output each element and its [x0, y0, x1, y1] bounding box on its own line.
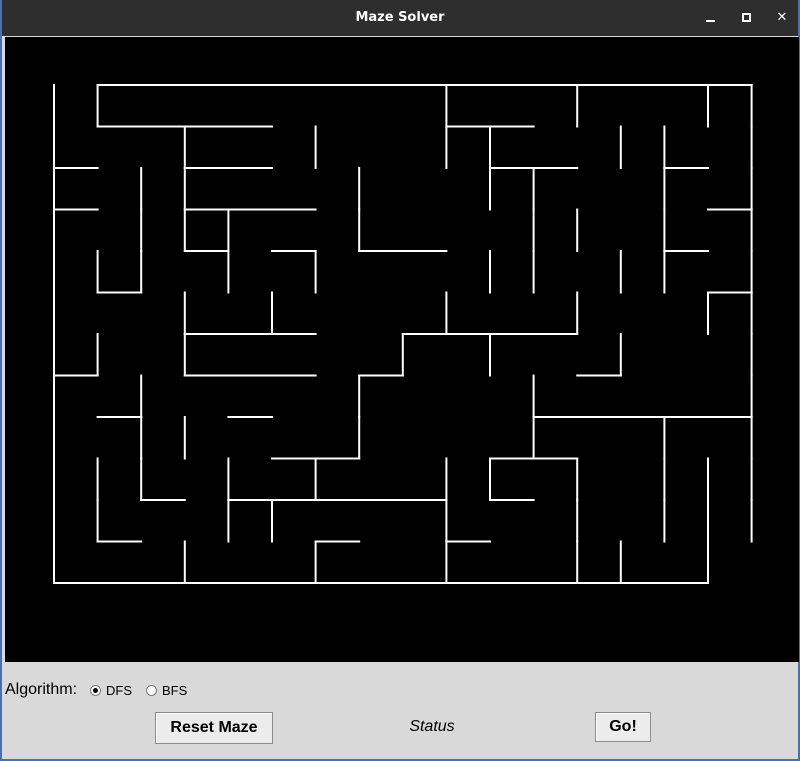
- maximize-button[interactable]: [736, 8, 756, 28]
- radio-bfs-indicator[interactable]: [146, 685, 157, 696]
- radio-dfs-indicator[interactable]: [90, 685, 101, 696]
- close-icon: ✕: [776, 10, 788, 25]
- window-title: Maze Solver: [355, 10, 445, 25]
- minimize-icon: [705, 20, 715, 22]
- go-button[interactable]: Go!: [595, 712, 651, 742]
- control-panel: Algorithm: DFS BFS Reset Maze Status Go!: [2, 662, 798, 759]
- maze-canvas: [5, 37, 799, 662]
- reset-maze-button[interactable]: Reset Maze: [155, 712, 273, 744]
- radio-dfs[interactable]: DFS: [90, 683, 132, 698]
- status-text: Status: [409, 718, 455, 735]
- algorithm-label: Algorithm:: [5, 681, 78, 698]
- close-button[interactable]: ✕: [772, 8, 792, 28]
- radio-dfs-label: DFS: [106, 683, 132, 698]
- minimize-button[interactable]: [700, 8, 720, 28]
- radio-bfs[interactable]: BFS: [146, 683, 187, 698]
- radio-bfs-label: BFS: [162, 683, 188, 698]
- title-bar[interactable]: Maze Solver ✕: [2, 0, 798, 36]
- maze-solver-window: Maze Solver ✕ Algorithm: DFS BFS Reset M…: [0, 0, 800, 761]
- maze-drawing: [53, 84, 753, 584]
- maximize-icon: [741, 13, 751, 22]
